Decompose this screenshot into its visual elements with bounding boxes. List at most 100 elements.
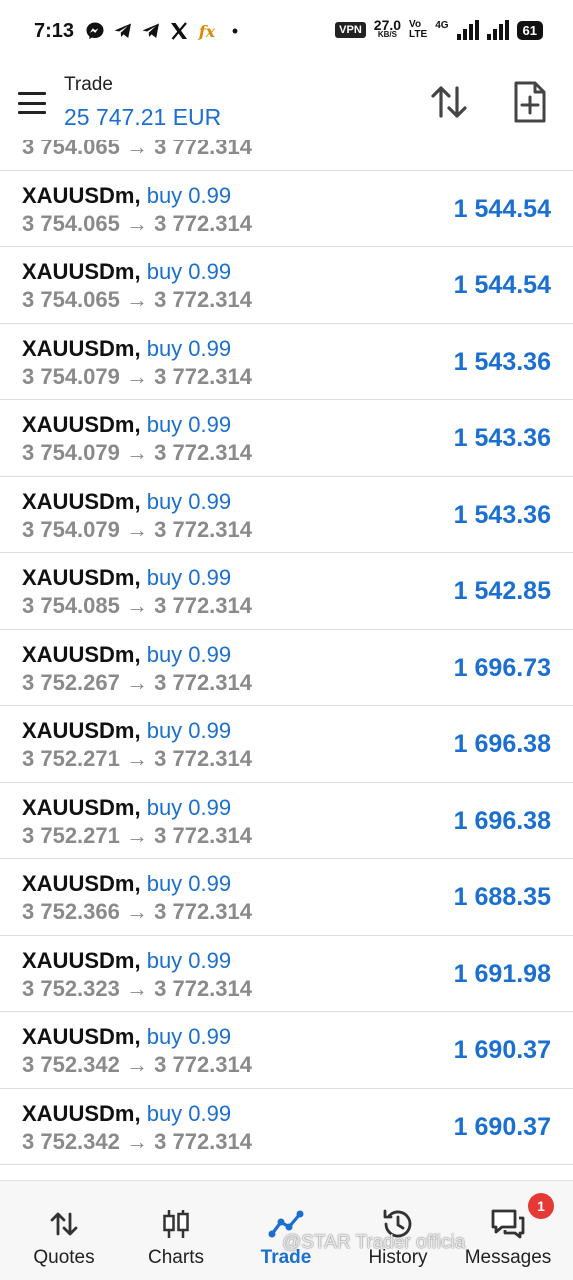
price-arrow: → [126, 899, 148, 924]
quotes-arrows-icon [50, 1212, 78, 1236]
position-open-price: 3 752.271 [22, 746, 120, 771]
position-open-price: 3 752.342 [22, 1128, 120, 1154]
position-row[interactable]: XAUUSDm, buy 0.99 3 752.342 → 3 772.314 1 … [0, 1088, 573, 1165]
position-symbol: XAUUSDm, [22, 871, 141, 896]
position-symbol: XAUUSDm, [22, 488, 141, 514]
position-prices: 3 752.342 → 3 772.314 [22, 1129, 252, 1155]
position-row[interactable]: XAUUSDm, buy 0.99 3 752.271 → 3 772.314 1 … [0, 706, 573, 783]
position-side: buy 0.99 [146, 488, 232, 514]
nav-quotes[interactable]: Quotes [14, 1181, 114, 1280]
position-symbol: XAUUSDm, [22, 1024, 141, 1049]
position-current-price: 3 772.314 [154, 593, 252, 618]
position-prices: 3 754.065 → 3 772.314 [22, 211, 252, 237]
status-app-icons: fx • [84, 20, 246, 42]
position-side: buy 0.99 [146, 641, 232, 667]
position-row[interactable]: XAUUSDm, buy 0.99 3 754.079 → 3 772.314 1 … [0, 400, 573, 477]
menu-icon[interactable] [18, 92, 46, 114]
positions-list[interactable]: XAUUSDm, buy 0.993 754.065 → 3 772.3141 … [0, 140, 573, 1180]
position-symbol: XAUUSDm, [22, 1100, 141, 1126]
price-arrow: → [126, 516, 148, 542]
position-row[interactable]: XAUUSDm, buy 0.99 3 752.267 → 3 772.314 1 … [0, 629, 573, 706]
price-arrow: → [126, 1128, 148, 1154]
position-row[interactable]: XAUUSDm, buy 0.993 754.065 → 3 772.3141 … [0, 247, 573, 324]
nav-history[interactable]: History [348, 1181, 448, 1280]
position-row[interactable]: XAUUSDm, buy 0.99 3 754.079 → 3 772.314 1 … [0, 476, 573, 553]
position-profit: 1 696.38 [453, 806, 551, 835]
position-symbol-line: XAUUSDm, buy 0.99 [22, 1101, 231, 1127]
position-profit: 1 690.37 [453, 1112, 551, 1141]
price-arrow: → [126, 975, 148, 1001]
position-row[interactable]: XAUUSDm, buy 0.993 754.065 → 3 772.3141 … [0, 140, 573, 171]
position-symbol: XAUUSDm, [22, 182, 141, 208]
position-symbol-line: XAUUSDm, buy 0.99 [22, 565, 231, 591]
position-profit: 1 543.36 [453, 500, 551, 529]
nav-charts[interactable]: Charts [126, 1181, 226, 1280]
position-row[interactable]: XAUUSDm, buy 0.99 3 754.079 → 3 772.314 1 … [0, 323, 573, 400]
position-symbol: XAUUSDm, [22, 718, 141, 743]
position-current-price: 3 772.314 [154, 822, 252, 848]
position-current-price: 3 772.314 [154, 140, 252, 159]
position-open-price: 3 754.079 [22, 363, 120, 389]
nav-messages-label: Messages [464, 1247, 552, 1268]
price-arrow: → [126, 440, 148, 465]
position-symbol: XAUUSDm, [22, 259, 141, 284]
position-symbol-line: XAUUSDm, buy 0.99 [22, 489, 231, 515]
position-profit: 1 696.38 [453, 730, 551, 758]
position-side: buy 0.99 [146, 259, 232, 284]
position-row[interactable]: XAUUSDm, buy 0.99 3 754.085 → 3 772.314 1 … [0, 553, 573, 630]
position-row[interactable]: XAUUSDm, buy 0.99 3 752.271 → 3 772.314 1 … [0, 782, 573, 859]
position-symbol-line: XAUUSDm, buy 0.99 [22, 336, 231, 362]
battery-indicator: 61 [516, 20, 543, 40]
net-speed: 27.0 KB/S [373, 17, 402, 40]
position-row[interactable]: XAUUSDm, buy 0.99 3 752.366 → 3 772.314 1 … [0, 859, 573, 936]
position-side: buy 0.99 [146, 412, 232, 437]
position-row[interactable]: XAUUSDm, buy 0.99 3 752.342 → 3 772.314 1 … [0, 1012, 573, 1089]
price-arrow: → [126, 593, 148, 618]
position-symbol-line: XAUUSDm, buy 0.99 [22, 259, 231, 285]
position-profit: 1 544.54 [453, 271, 551, 299]
app-header: Trade 25 747.21 EUR [0, 64, 573, 140]
nav-messages[interactable]: Messages 1 [458, 1181, 558, 1280]
position-row[interactable]: XAUUSDm, buy 0.993 754.065 → 3 772.3141 … [0, 170, 573, 247]
price-arrow: → [126, 287, 148, 312]
page-title: Trade [64, 74, 113, 95]
position-current-price: 3 772.314 [154, 975, 252, 1001]
position-open-price: 3 754.065 [22, 210, 120, 236]
position-open-price: 3 754.079 [22, 440, 120, 465]
position-symbol-line: XAUUSDm, buy 0.99 [22, 642, 231, 668]
net-speed-value: 27.0 [373, 17, 402, 33]
position-prices: 3 752.267 → 3 772.314 [22, 670, 252, 696]
position-current-price: 3 772.314 [154, 440, 252, 465]
net-speed-unit: KB/S [377, 30, 397, 39]
position-side: buy 0.99 [146, 871, 232, 896]
position-symbol-line: XAUUSDm, buy 0.99 [22, 718, 231, 744]
nav-trade[interactable]: Trade [236, 1181, 336, 1280]
price-arrow: → [126, 1052, 148, 1077]
position-current-price: 3 772.314 [154, 1128, 252, 1154]
bottom-navigation: Quotes Charts Trade History Messages 1 [0, 1180, 573, 1280]
position-prices: 3 752.366 → 3 772.314 [22, 899, 252, 925]
status-bar: 7:13 fx • VPN 27.0 KB/S Vo LTE 4G 61 [0, 0, 573, 64]
position-prices: 3 752.342 → 3 772.314 [22, 1052, 252, 1078]
position-prices: 3 754.085 → 3 772.314 [22, 593, 252, 619]
position-open-price: 3 754.065 [22, 287, 120, 312]
x-icon [168, 20, 190, 42]
position-profit: 1 544.54 [453, 194, 551, 223]
price-arrow: → [126, 669, 148, 695]
vpn-badge: VPN [335, 22, 366, 38]
position-current-price: 3 772.314 [154, 287, 252, 312]
volte-bottom: LTE [409, 29, 428, 40]
sort-button[interactable] [428, 82, 470, 122]
position-symbol-line: XAUUSDm, buy 0.99 [22, 948, 231, 974]
price-arrow: → [126, 822, 148, 848]
position-profit: 1 543.36 [453, 347, 551, 376]
new-order-button[interactable] [512, 80, 548, 124]
price-arrow: → [126, 140, 148, 159]
position-row[interactable]: XAUUSDm, buy 0.99 3 752.323 → 3 772.314 1 … [0, 935, 573, 1012]
position-current-price: 3 772.314 [154, 1052, 252, 1077]
position-side: buy 0.99 [146, 1100, 232, 1126]
position-profit: 1 696.73 [453, 653, 551, 682]
position-profit: 1 691.98 [453, 959, 551, 988]
sort-arrows-icon [431, 86, 467, 118]
fx-icon: fx [198, 21, 216, 41]
